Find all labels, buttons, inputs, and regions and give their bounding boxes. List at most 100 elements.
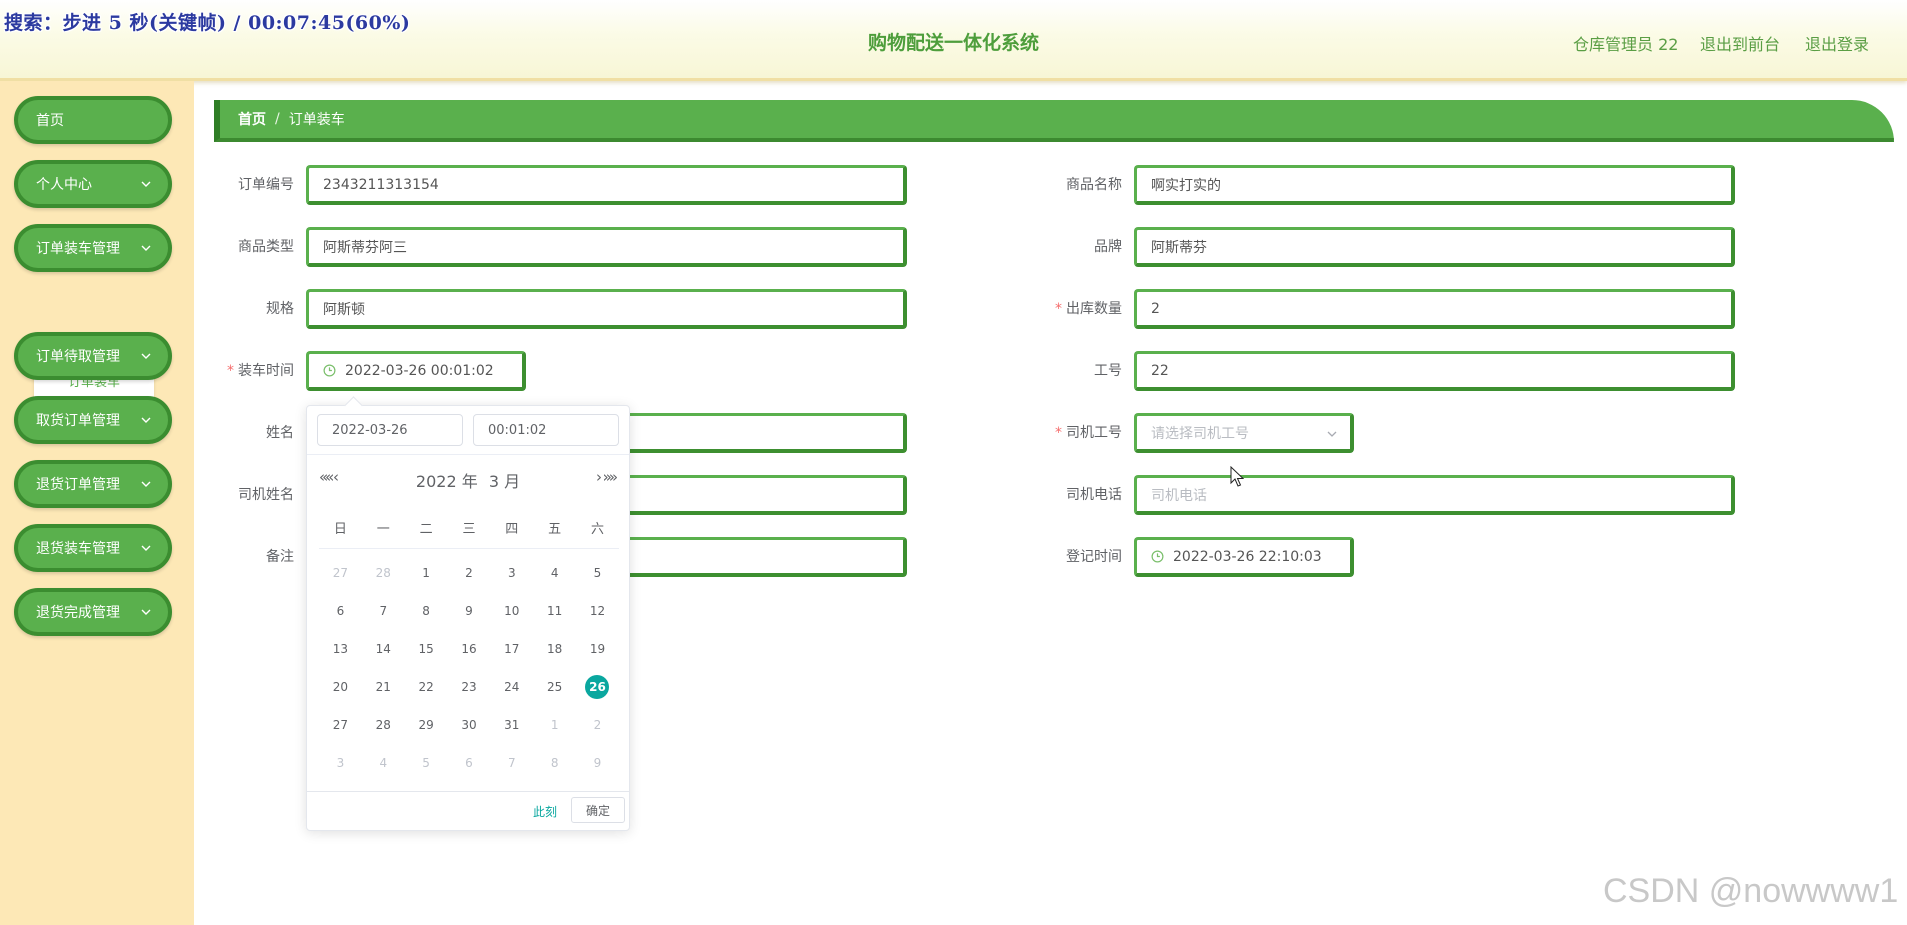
logout-link[interactable]: 退出登录 (1805, 31, 1869, 55)
calendar-day[interactable]: 2 (576, 706, 619, 744)
calendar-day[interactable]: 17 (490, 630, 533, 668)
driver-phone-input[interactable]: 司机电话 (1134, 475, 1735, 515)
chevron-down-icon (1327, 431, 1337, 437)
calendar-day[interactable]: 3 (490, 554, 533, 592)
calendar-day[interactable]: 27 (319, 706, 362, 744)
exit-to-frontend-link[interactable]: 退出到前台 (1700, 31, 1780, 55)
chevron-down-icon (141, 245, 151, 251)
clock-icon (323, 364, 336, 377)
driver-no-placeholder: 请选择司机工号 (1151, 425, 1249, 442)
sidebar-item-label: 订单装车管理 (36, 241, 120, 257)
csdn-watermark: CSDN @nowwww1 (1603, 872, 1899, 910)
calendar-day[interactable]: 28 (362, 554, 405, 592)
weekday-divider (319, 548, 619, 549)
calendar-day[interactable]: 6 (448, 744, 491, 782)
calendar-day[interactable]: 12 (576, 592, 619, 630)
calendar-day-number: 20 (332, 680, 349, 694)
calendar-day[interactable]: 9 (576, 744, 619, 782)
calendar-day[interactable]: 10 (490, 592, 533, 630)
spec-input[interactable]: 阿斯顿 (306, 289, 907, 329)
sidebar-item-return-loading-mgmt[interactable]: 退货装车管理 (14, 524, 172, 572)
register-time-picker[interactable]: 2022-03-26 22:10:03 (1134, 537, 1354, 577)
calendar-day[interactable]: 23 (448, 668, 491, 706)
breadcrumb-home[interactable]: 首页 (238, 109, 266, 129)
calendar-day[interactable]: 24 (490, 668, 533, 706)
calendar-day-number: 15 (418, 642, 434, 656)
calendar-day[interactable]: 31 (490, 706, 533, 744)
calendar-day[interactable]: 1 (405, 554, 448, 592)
calendar-day-number: 6 (336, 604, 345, 618)
picker-time-input[interactable]: 00:01:02 (473, 414, 619, 446)
calendar-week-row: 3 4 5 6 7 8 9 (319, 744, 619, 782)
calendar-day-number: 5 (593, 566, 602, 580)
calendar-day[interactable]: 1 (533, 706, 576, 744)
calendar-day[interactable]: 8 (405, 592, 448, 630)
picker-date-input[interactable]: 2022-03-26 (317, 414, 463, 446)
product-type-input[interactable]: 阿斯蒂芬阿三 (306, 227, 907, 267)
sidebar-item-return-complete-mgmt[interactable]: 退货完成管理 (14, 588, 172, 636)
product-name-input[interactable]: 啊实打实的 (1134, 165, 1735, 205)
out-qty-input[interactable]: 2 (1134, 289, 1735, 329)
calendar-day[interactable]: 14 (362, 630, 405, 668)
driver-no-select[interactable]: 请选择司机工号 (1134, 413, 1354, 453)
calendar-day[interactable]: 6 (319, 592, 362, 630)
calendar-day[interactable]: 21 (362, 668, 405, 706)
calendar-day[interactable]: 25 (533, 668, 576, 706)
calendar-week-row: 27 28 1 2 3 4 5 (319, 554, 619, 592)
calendar-day[interactable]: 9 (448, 592, 491, 630)
calendar-day[interactable]: 29 (405, 706, 448, 744)
calendar-day[interactable]: 3 (319, 744, 362, 782)
sidebar-item-personal-center[interactable]: 个人中心 (14, 160, 172, 208)
sidebar-item-label: 退货完成管理 (36, 605, 120, 621)
calendar-day[interactable]: 2 (448, 554, 491, 592)
calendar-day[interactable]: 18 (533, 630, 576, 668)
work-no-input[interactable]: 22 (1134, 351, 1735, 391)
calendar-day-number: 30 (461, 718, 477, 732)
calendar-day[interactable]: 27 (319, 554, 362, 592)
driver-phone-label: 司机电话 (1066, 487, 1122, 503)
calendar-day-number: 26 (585, 675, 610, 699)
calendar-day[interactable]: 30 (448, 706, 491, 744)
now-button[interactable]: 此刻 (533, 803, 557, 820)
calendar-day[interactable]: 7 (490, 744, 533, 782)
calendar-day[interactable]: 20 (319, 668, 362, 706)
confirm-button[interactable]: 确定 (571, 797, 625, 823)
calendar-day[interactable]: 4 (533, 554, 576, 592)
brand-label: 品牌 (1094, 239, 1122, 255)
calendar-day[interactable]: 15 (405, 630, 448, 668)
calendar-day[interactable]: 7 (362, 592, 405, 630)
sidebar-item-label: 退货订单管理 (36, 477, 120, 493)
calendar-day[interactable]: 8 (533, 744, 576, 782)
calendar-day[interactable]: 5 (405, 744, 448, 782)
calendar-week-row: 27 28 29 30 31 1 2 (319, 706, 619, 744)
order-no-input[interactable]: 2343211313154 (306, 165, 907, 205)
sidebar-item-order-pending-mgmt[interactable]: 订单待取管理 (14, 332, 172, 380)
sidebar-item-home[interactable]: 首页 (14, 96, 172, 144)
picker-year-label[interactable]: 2022 年 (416, 472, 478, 491)
calendar-day[interactable]: 5 (576, 554, 619, 592)
calendar-day[interactable]: 22 (405, 668, 448, 706)
calendar-day[interactable]: 19 (576, 630, 619, 668)
calendar-day[interactable]: 13 (319, 630, 362, 668)
calendar-day[interactable]: 16 (448, 630, 491, 668)
picker-month-label[interactable]: 3 月 (489, 472, 520, 491)
calendar-day[interactable]: 11 (533, 592, 576, 630)
sidebar-item-label: 取货订单管理 (36, 413, 120, 429)
sidebar-item-return-order-mgmt[interactable]: 退货订单管理 (14, 460, 172, 508)
calendar-day-number: 13 (332, 642, 349, 656)
calendar-day-number: 3 (507, 566, 516, 580)
calendar-day[interactable]: 28 (362, 706, 405, 744)
sidebar-item-label: 订单待取管理 (36, 349, 120, 365)
calendar-day-selected[interactable]: 26 (576, 668, 619, 706)
calendar-day-number: 5 (422, 756, 430, 770)
sidebar-item-pickup-order-mgmt[interactable]: 取货订单管理 (14, 396, 172, 444)
out-qty-label: * 出库数量 (1055, 301, 1122, 317)
brand-input[interactable]: 阿斯蒂芬 (1134, 227, 1735, 267)
spec-label: 规格 (266, 301, 294, 317)
sidebar-item-label: 退货装车管理 (36, 541, 120, 557)
sidebar-item-order-loading-mgmt[interactable]: 订单装车管理 (14, 224, 172, 272)
calendar-day[interactable]: 4 (362, 744, 405, 782)
load-time-picker[interactable]: 2022-03-26 00:01:02 (306, 351, 526, 391)
calendar-day-number: 27 (332, 566, 349, 580)
calendar-day-number: 29 (418, 718, 434, 732)
